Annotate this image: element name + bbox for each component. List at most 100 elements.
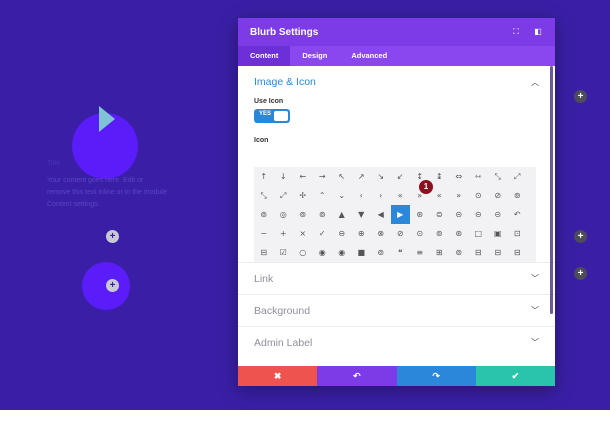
cancel-button[interactable]: ✖ — [238, 366, 318, 386]
icon-option[interactable]: ✢ — [293, 191, 313, 200]
icon-option[interactable]: ⊚ — [508, 191, 528, 200]
icon-option[interactable]: ○ — [293, 248, 313, 257]
icon-option[interactable]: ⊚ — [254, 210, 274, 219]
icon-option[interactable]: → — [313, 172, 333, 181]
icon-option[interactable]: ⊟ — [254, 248, 274, 257]
add-module-button-2[interactable]: + — [106, 279, 119, 292]
icon-option[interactable]: ⤡ — [488, 172, 508, 182]
icon-option[interactable]: ◎ — [274, 210, 294, 219]
icon-option[interactable]: ■ — [352, 248, 372, 257]
icon-option[interactable]: ⊚ — [449, 248, 469, 257]
add-row-button[interactable]: + — [574, 90, 587, 103]
icon-option[interactable]: ⊝ — [488, 210, 508, 219]
blurb-text[interactable]: Your content goes here. Edit or remove t… — [47, 175, 167, 211]
section-admin-label-header[interactable]: Admin Label ﹀ — [238, 326, 555, 358]
icon-option[interactable]: ⤡ — [254, 191, 274, 201]
icon-option[interactable]: ↑ — [254, 172, 274, 181]
icon-option[interactable]: ↖ — [332, 172, 352, 181]
icon-option[interactable]: ↶ — [508, 210, 528, 219]
icon-option[interactable]: ◉ — [332, 248, 352, 257]
icon-option[interactable]: « — [391, 191, 411, 200]
icon-option[interactable]: ⊡ — [508, 229, 528, 238]
section-image-icon-header[interactable]: Image & Icon ︿ — [238, 66, 555, 98]
step-badge: 1 — [419, 180, 433, 194]
icon-option[interactable]: ⊜ — [430, 210, 450, 219]
icon-option[interactable]: ↘ — [371, 172, 391, 181]
icon-option[interactable]: × — [293, 229, 313, 238]
icon-option[interactable]: « — [430, 191, 450, 200]
chevron-down-icon[interactable]: ﹀ — [531, 337, 539, 348]
chevron-up-icon[interactable]: ︿ — [531, 77, 539, 88]
icon-option[interactable]: ⊘ — [488, 191, 508, 200]
save-button[interactable]: ✔ — [475, 366, 555, 386]
icon-option[interactable]: ⊚ — [313, 210, 333, 219]
icon-option[interactable]: ⌃ — [313, 191, 333, 200]
fullscreen-icon[interactable]: ⛶ — [511, 27, 521, 37]
icon-option[interactable]: ⊚ — [293, 210, 313, 219]
icon-option[interactable]: ⊟ — [469, 248, 489, 257]
icon-option[interactable]: ▼ — [352, 210, 372, 219]
icon-option[interactable]: ⇿ — [469, 172, 489, 181]
icon-option[interactable]: ⊛ — [410, 210, 430, 219]
icon-option[interactable]: ↗ — [352, 172, 372, 181]
add-row-button-2[interactable]: + — [574, 230, 587, 243]
tab-content[interactable]: Content — [238, 46, 291, 66]
add-row-button-3[interactable]: + — [574, 267, 587, 280]
icon-option[interactable]: ⊝ — [449, 210, 469, 219]
icon-option[interactable]: ⊗ — [371, 229, 391, 238]
section-title: Background — [254, 304, 311, 317]
icon-option[interactable]: › — [371, 191, 391, 200]
icon-option[interactable]: − — [254, 229, 274, 238]
icon-option[interactable]: ⤢ — [274, 191, 294, 201]
icon-option[interactable]: ⊞ — [430, 248, 450, 257]
icon-option[interactable]: ↓ — [274, 172, 294, 181]
chevron-down-icon[interactable]: ﹀ — [531, 305, 539, 316]
icon-option[interactable]: ← — [293, 172, 313, 181]
chevron-down-icon[interactable]: ﹀ — [531, 273, 539, 284]
use-icon-toggle[interactable]: YES — [254, 109, 290, 123]
icon-option[interactable]: ☑ — [274, 248, 294, 257]
icon-option[interactable]: ⊖ — [332, 229, 352, 238]
icon-option[interactable]: + — [274, 229, 294, 238]
modal-tabs: Content Design Advanced — [238, 46, 555, 66]
icon-option[interactable]: ⊝ — [469, 210, 489, 219]
icon-option[interactable]: ⊛ — [449, 229, 469, 238]
icon-option[interactable]: ✓ — [313, 229, 333, 238]
icon-option[interactable]: ⊕ — [352, 229, 372, 238]
tab-design[interactable]: Design — [290, 46, 339, 66]
icon-option[interactable]: ↨ — [430, 172, 450, 181]
icon-option[interactable]: ▣ — [488, 229, 508, 238]
icon-option[interactable]: » — [449, 191, 469, 200]
redo-button[interactable]: ↷ — [396, 366, 476, 386]
icon-option[interactable]: ⊚ — [430, 229, 450, 238]
undo-button[interactable]: ↶ — [317, 366, 397, 386]
icon-option[interactable]: ⤢ — [508, 172, 528, 182]
icon-grid-row: ↑ ↓ ← → ↖ ↗ ↘ ↙ ↕ ↨ ⇔ ⇿ ⤡ ⤢ — [254, 167, 536, 186]
icon-option[interactable]: ▲ — [332, 210, 352, 219]
tab-advanced[interactable]: Advanced — [339, 46, 399, 66]
sidebar-toggle-icon[interactable]: ◧ — [533, 27, 543, 37]
icon-option[interactable]: ‹ — [352, 191, 372, 200]
section-background-header[interactable]: Background ﹀ — [238, 294, 555, 326]
icon-option[interactable]: ⊟ — [508, 248, 528, 257]
icon-option[interactable]: ◀ — [371, 210, 391, 219]
section-link-header[interactable]: Link ﹀ — [238, 262, 555, 294]
section-title: Admin Label — [254, 336, 313, 349]
icon-option[interactable]: ⊙ — [410, 229, 430, 238]
blurb-title[interactable]: Title — [47, 160, 60, 167]
selected-icon-option[interactable]: ▶ — [390, 205, 410, 224]
icon-option[interactable]: ↙ — [391, 172, 411, 181]
add-module-button[interactable]: + — [106, 230, 119, 243]
icon-option[interactable]: ⇔ — [449, 172, 469, 181]
icon-option[interactable]: ≡ — [410, 248, 430, 257]
icon-option[interactable]: ◉ — [313, 248, 333, 257]
icon-grid-row: ⊟ ☑ ○ ◉ ◉ ■ ⊚ ❝ ≡ ⊞ ⊚ ⊟ ⊟ ⊟ — [254, 243, 536, 262]
modal-scrollbar[interactable] — [550, 66, 553, 314]
icon-option[interactable]: ⊙ — [469, 191, 489, 200]
icon-option[interactable]: ⊟ — [488, 248, 508, 257]
icon-option[interactable]: ⊘ — [391, 229, 411, 238]
icon-option[interactable]: ⊚ — [371, 248, 391, 257]
icon-option[interactable]: ⌄ — [332, 191, 352, 200]
icon-option[interactable]: □ — [469, 229, 489, 238]
icon-option[interactable]: ❝ — [391, 248, 411, 257]
